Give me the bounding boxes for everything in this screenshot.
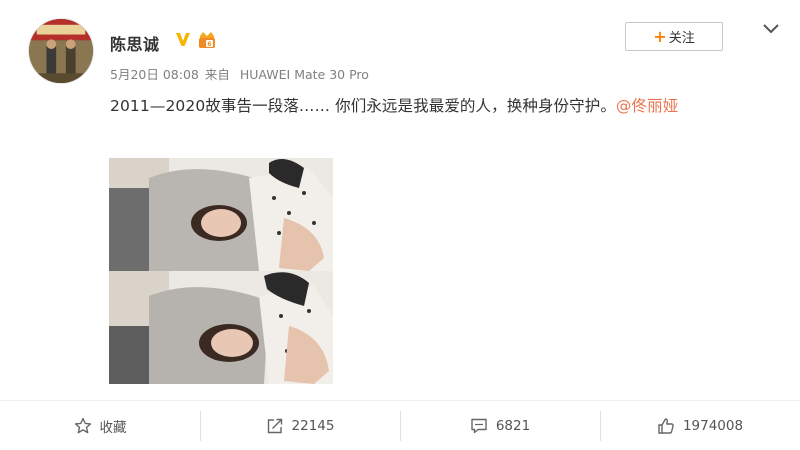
avatar-image bbox=[29, 19, 93, 83]
plus-icon: + bbox=[653, 26, 667, 46]
mention-link[interactable]: @佟丽娅 bbox=[616, 97, 678, 115]
action-bar: 收藏 22145 6821 1974008 bbox=[0, 400, 800, 450]
comment-icon bbox=[471, 418, 487, 433]
like-count: 1974008 bbox=[682, 417, 744, 434]
photo-content bbox=[109, 158, 333, 271]
svg-text:6: 6 bbox=[207, 41, 211, 48]
repost-button[interactable]: 22145 bbox=[200, 401, 400, 450]
weibo-post-card: 陈思诚 6 5月20日 08:08 来自 HUAWEI Mate 30 Pro +… bbox=[0, 0, 800, 450]
post-image-1[interactable] bbox=[109, 158, 333, 271]
post-device: HUAWEI Mate 30 Pro bbox=[239, 67, 369, 82]
post-timestamp[interactable]: 5月20日 08:08 bbox=[110, 67, 199, 82]
photo-content bbox=[109, 271, 333, 384]
username[interactable]: 陈思诚 bbox=[110, 31, 160, 55]
like-button[interactable]: 1974008 bbox=[600, 401, 800, 450]
post-body: 2011—2020故事告一段落…… 你们永远是我最爱的人，换种身份守护。 bbox=[110, 97, 616, 115]
star-icon bbox=[74, 417, 91, 433]
favorite-button[interactable]: 收藏 bbox=[0, 401, 200, 450]
comment-button[interactable]: 6821 bbox=[400, 401, 600, 450]
comment-count: 6821 bbox=[495, 417, 531, 434]
follow-label: 关注 bbox=[668, 31, 695, 46]
post-text: 2011—2020故事告一段落…… 你们永远是我最爱的人，换种身份守护。@佟丽娅 bbox=[110, 94, 678, 116]
source-prefix: 来自 bbox=[204, 67, 230, 82]
post-image-2[interactable] bbox=[109, 271, 333, 384]
favorite-label: 收藏 bbox=[99, 419, 127, 436]
follow-button[interactable]: + 关注 bbox=[625, 22, 723, 51]
share-icon bbox=[267, 418, 282, 433]
member-level-icon[interactable]: 6 bbox=[197, 31, 217, 49]
more-options-button[interactable] bbox=[760, 20, 782, 38]
chevron-down-icon bbox=[763, 24, 779, 34]
repost-count: 22145 bbox=[291, 417, 335, 434]
post-meta: 5月20日 08:08 来自 HUAWEI Mate 30 Pro bbox=[110, 64, 369, 83]
verified-v-icon bbox=[176, 33, 190, 46]
thumbs-up-icon bbox=[658, 417, 674, 434]
avatar[interactable] bbox=[28, 18, 94, 84]
